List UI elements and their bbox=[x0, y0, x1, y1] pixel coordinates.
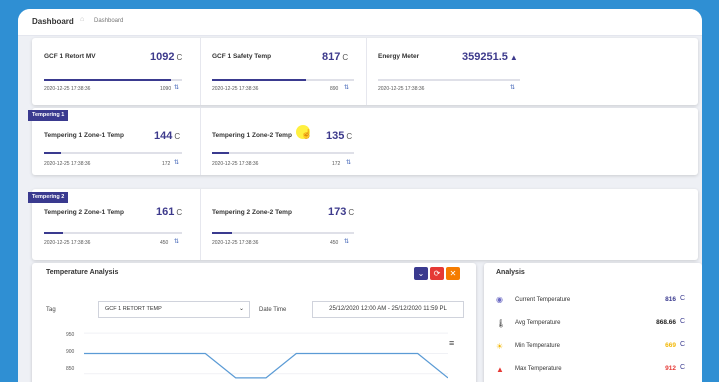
analysis-row-label: Current Temperature bbox=[515, 297, 571, 303]
refresh-button[interactable]: ⟳ bbox=[430, 267, 444, 280]
metric-value: 1092 C bbox=[150, 51, 183, 63]
metric-setpoint: 450 bbox=[160, 240, 169, 246]
sort-arrows-icon[interactable]: ⇅ bbox=[174, 159, 179, 166]
temperature-analysis-title: Temperature Analysis bbox=[46, 269, 119, 276]
analysis-row-unit: C bbox=[680, 295, 686, 302]
max-temperature-icon: ▲ bbox=[496, 365, 504, 374]
progress-fill bbox=[212, 79, 306, 81]
progress-fill bbox=[44, 152, 61, 154]
top-bar: Dashboard ⌂ Dashboard bbox=[18, 9, 702, 36]
card-divider bbox=[200, 108, 201, 175]
metric-setpoint: 890 bbox=[330, 86, 339, 92]
metric-label: Tempering 1 Zone-2 Temp bbox=[212, 132, 292, 139]
metric-value: 144 C bbox=[154, 130, 181, 142]
metric-timestamp: 2020-12-25 17:38:36 bbox=[378, 86, 425, 92]
metric-label: Energy Meter bbox=[378, 53, 420, 60]
metric-label: Tempering 2 Zone-1 Temp bbox=[44, 209, 124, 216]
pointer-icon: ☝ bbox=[301, 129, 313, 139]
metric-value: 817 C bbox=[322, 51, 349, 63]
metric-setpoint: 1090 bbox=[160, 86, 172, 92]
analysis-row-unit: C bbox=[680, 341, 686, 348]
series-line bbox=[84, 352, 448, 379]
card-divider bbox=[200, 189, 201, 260]
temperature-line-chart bbox=[84, 332, 448, 379]
metric-value: 359251.5 ▲ bbox=[462, 51, 518, 63]
card-divider bbox=[366, 38, 367, 105]
progress-track bbox=[212, 232, 354, 234]
metric-card-t2-zone2[interactable]: Tempering 2 Zone-2 Temp 173 C 2020-12-25 … bbox=[200, 189, 366, 260]
progress-track bbox=[378, 79, 520, 81]
y-tick-label: 850 bbox=[66, 366, 75, 372]
metric-card-t1-zone2[interactable]: Tempering 1 Zone-2 Temp 135 C 2020-12-25 … bbox=[200, 108, 366, 175]
analysis-title: Analysis bbox=[496, 269, 525, 276]
metric-setpoint: 172 bbox=[162, 161, 171, 167]
analysis-row-label: Max Temperature bbox=[515, 366, 562, 372]
metric-timestamp: 2020-12-25 17:38:36 bbox=[212, 240, 259, 246]
home-icon[interactable]: ⌂ bbox=[80, 16, 84, 23]
analysis-row-value: 912 bbox=[665, 365, 676, 372]
progress-track bbox=[44, 232, 182, 234]
progress-fill bbox=[212, 152, 230, 154]
datetime-range-input[interactable]: 25/12/2020 12:00 AM - 25/12/2020 11:59 P… bbox=[312, 301, 464, 318]
progress-track bbox=[212, 79, 354, 81]
analysis-row-unit: C bbox=[680, 364, 686, 371]
progress-fill bbox=[212, 232, 232, 234]
metric-label: GCF 1 Retort MV bbox=[44, 53, 96, 60]
metric-card-t1-zone1[interactable]: Tempering 1 Zone-1 Temp 144 C 2020-12-25 … bbox=[32, 108, 200, 175]
chart-menu-icon[interactable]: ≡ bbox=[449, 338, 454, 348]
progress-fill bbox=[44, 232, 64, 234]
metric-setpoint: 450 bbox=[330, 240, 339, 246]
metric-timestamp: 2020-12-25 17:38:36 bbox=[44, 240, 91, 246]
progress-track bbox=[212, 152, 354, 154]
progress-fill bbox=[44, 79, 171, 81]
sort-arrows-icon[interactable]: ⇅ bbox=[344, 238, 349, 245]
analysis-row-value: 868.66 bbox=[656, 319, 676, 326]
metric-label: Tempering 1 Zone-1 Temp bbox=[44, 132, 124, 139]
metric-timestamp: 2020-12-25 17:38:36 bbox=[212, 161, 259, 167]
sort-arrows-icon[interactable]: ⇅ bbox=[510, 84, 515, 91]
tag-select[interactable]: GCF 1 RETORT TEMP ⌄ bbox=[98, 301, 250, 318]
page-title: Dashboard bbox=[32, 17, 74, 26]
metric-timestamp: 2020-12-25 17:38:36 bbox=[44, 161, 91, 167]
metric-setpoint: 172 bbox=[332, 161, 341, 167]
min-temperature-icon: ☀ bbox=[496, 342, 504, 351]
metric-timestamp: 2020-12-25 17:38:36 bbox=[212, 86, 259, 92]
metric-card-t2-zone1[interactable]: Tempering 2 Zone-1 Temp 161 C 2020-12-25 … bbox=[32, 189, 200, 260]
analysis-row-value: 816 bbox=[665, 296, 676, 303]
tag-select-value: GCF 1 RETORT TEMP bbox=[105, 306, 162, 312]
metric-value: 173 C bbox=[328, 206, 355, 218]
analysis-row-unit: C bbox=[680, 318, 686, 325]
metric-timestamp: 2020-12-25 17:38:36 bbox=[44, 86, 91, 92]
metric-value: 135 C bbox=[326, 130, 353, 142]
tag-label: Tag bbox=[46, 307, 56, 313]
current-temperature-icon: ◉ bbox=[496, 295, 503, 304]
metric-label: Tempering 2 Zone-2 Temp bbox=[212, 209, 292, 216]
datetime-label: Date Time bbox=[259, 307, 287, 313]
sort-arrows-icon[interactable]: ⇅ bbox=[174, 84, 179, 91]
y-tick-label: 950 bbox=[66, 332, 75, 338]
sort-arrows-icon[interactable]: ⇅ bbox=[346, 159, 351, 166]
metric-card-energy-meter[interactable]: Energy Meter 359251.5 ▲ 2020-12-25 17:38:… bbox=[366, 38, 532, 105]
progress-track bbox=[44, 152, 182, 154]
analysis-row-label: Min Temperature bbox=[515, 343, 560, 349]
app-window: Dashboard ⌂ Dashboard GCF 1 Retort MV 10… bbox=[18, 9, 702, 382]
analysis-row-label: Avg Temperature bbox=[515, 320, 561, 326]
breadcrumb[interactable]: Dashboard bbox=[94, 18, 123, 24]
analysis-row-value: 669 bbox=[665, 342, 676, 349]
card-divider bbox=[200, 38, 201, 105]
collapse-button[interactable]: ⌄ bbox=[414, 267, 428, 280]
chevron-down-icon: ⌄ bbox=[238, 306, 244, 312]
progress-track bbox=[44, 79, 182, 81]
sort-arrows-icon[interactable]: ⇅ bbox=[174, 238, 179, 245]
sort-arrows-icon[interactable]: ⇅ bbox=[344, 84, 349, 91]
metric-label: GCF 1 Safety Temp bbox=[212, 53, 272, 60]
avg-temperature-icon: 🌡 bbox=[496, 319, 507, 328]
close-button[interactable]: ✕ bbox=[446, 267, 460, 280]
metric-value: 161 C bbox=[156, 206, 183, 218]
metric-card-safety-temp[interactable]: GCF 1 Safety Temp 817 C 2020-12-25 17:38:… bbox=[200, 38, 366, 105]
y-tick-label: 900 bbox=[66, 349, 75, 355]
